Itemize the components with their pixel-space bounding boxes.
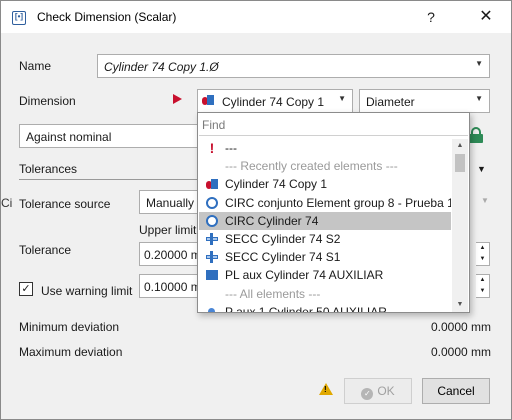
window-title: Check Dimension (Scalar) bbox=[37, 10, 177, 24]
minimum-deviation-value: 0.0000 mm bbox=[431, 320, 492, 334]
list-item[interactable]: Cylinder 74 Copy 1 bbox=[199, 175, 451, 193]
warning-limit-value: 0.10000 m bbox=[144, 280, 201, 294]
maximum-deviation-value: 0.0000 mm bbox=[431, 345, 492, 359]
name-label: Name bbox=[19, 59, 52, 73]
against-value: Against nominal bbox=[26, 130, 112, 144]
warning-icon-mark: ! bbox=[324, 385, 327, 394]
minimum-deviation-label: Minimum deviation bbox=[19, 320, 120, 334]
tolerance-source-label: Tolerance source bbox=[19, 197, 111, 211]
circle-icon bbox=[206, 196, 218, 209]
close-button[interactable]: ✕ bbox=[463, 1, 509, 33]
tolerance-label: Tolerance bbox=[19, 243, 72, 257]
element-dropdown-popup: ! --- --- Recently created elements --- Cyl… bbox=[197, 112, 470, 313]
section-icon bbox=[206, 232, 218, 245]
scrollbar[interactable]: ▲ ▼ bbox=[452, 139, 468, 312]
tolerance-source-value: Manually bbox=[146, 196, 195, 210]
app-icon: [•] bbox=[12, 11, 26, 25]
list-group-header: --- Recently created elements --- bbox=[199, 157, 451, 175]
cancel-button[interactable]: Cancel bbox=[422, 378, 490, 404]
find-field[interactable] bbox=[199, 114, 468, 136]
ok-button[interactable]: ✓ OK bbox=[344, 378, 412, 404]
list-item-label: --- bbox=[225, 141, 237, 155]
dimension-type-select[interactable]: Diameter ▼ bbox=[359, 89, 490, 113]
chevron-down-icon[interactable]: ▼ bbox=[475, 94, 483, 103]
section-icon bbox=[206, 251, 218, 264]
name-field[interactable]: Cylinder 74 Copy 1.Ø ▼ bbox=[97, 54, 490, 78]
element-list[interactable]: ! --- --- Recently created elements --- Cyl… bbox=[199, 139, 451, 312]
list-group-header: --- All elements --- bbox=[199, 285, 451, 303]
list-item[interactable]: SECC Cylinder 74 S1 bbox=[199, 248, 451, 266]
exclamation-icon: ! bbox=[209, 140, 215, 156]
plane-icon bbox=[206, 270, 218, 281]
help-button[interactable]: ? bbox=[413, 1, 449, 33]
check-icon: ✓ bbox=[361, 388, 374, 400]
point-icon bbox=[208, 307, 215, 312]
cylinder-icon bbox=[206, 178, 218, 190]
left-edge-fragment: Ci bbox=[1, 196, 13, 210]
dimension-label: Dimension bbox=[19, 94, 76, 108]
find-input[interactable] bbox=[199, 114, 468, 135]
tolerance-value: 0.20000 m bbox=[144, 248, 201, 262]
maximum-deviation-label: Maximum deviation bbox=[19, 345, 123, 359]
use-warning-limit-label: Use warning limit bbox=[41, 284, 133, 298]
list-item-label: CIRC conjunto Element group 8 - Prueba 1 bbox=[225, 195, 451, 210]
list-item-label: Cylinder 74 Copy 1 bbox=[225, 177, 328, 192]
chevron-down-icon[interactable]: ▼ bbox=[481, 196, 489, 205]
play-icon[interactable] bbox=[173, 94, 182, 104]
section-divider bbox=[19, 179, 199, 180]
list-item-label: --- All elements --- bbox=[225, 286, 321, 301]
list-item-label: CIRC Cylinder 74 bbox=[225, 213, 319, 228]
dimension-type-value: Diameter bbox=[366, 95, 415, 109]
cylinder-icon bbox=[202, 94, 216, 106]
list-item-label: P aux 1 Cylinder 50 AUXILIAR bbox=[225, 304, 387, 312]
chevron-down-icon[interactable]: ▼ bbox=[338, 94, 346, 103]
title-bar[interactable]: [•] Check Dimension (Scalar) ? ✕ bbox=[1, 1, 511, 33]
scroll-thumb[interactable] bbox=[455, 154, 465, 172]
name-value: Cylinder 74 Copy 1.Ø bbox=[104, 60, 219, 74]
list-item[interactable]: P aux 1 Cylinder 50 AUXILIAR bbox=[199, 303, 451, 312]
scroll-up-icon[interactable]: ▲ bbox=[452, 139, 468, 153]
list-item-label: PL aux Cylinder 74 AUXILIAR bbox=[225, 268, 384, 283]
collapse-icon[interactable]: ▼ bbox=[477, 164, 486, 174]
upper-limit-label: Upper limit bbox=[139, 223, 197, 237]
warning-limit-stepper[interactable]: ▲ ▼ bbox=[476, 274, 490, 298]
dialog-window: [•] Check Dimension (Scalar) ? ✕ Name Cy… bbox=[0, 0, 512, 420]
ok-label: OK bbox=[377, 384, 395, 398]
list-item[interactable]: CIRC Cylinder 74 bbox=[199, 211, 451, 230]
list-item-label: SECC Cylinder 74 S1 bbox=[225, 250, 341, 265]
list-item[interactable]: SECC Cylinder 74 S2 bbox=[199, 230, 451, 248]
against-select[interactable]: Against nominal bbox=[19, 124, 219, 148]
list-item[interactable]: CIRC conjunto Element group 8 - Prueba 1 bbox=[199, 194, 451, 212]
dimension-element-value: Cylinder 74 Copy 1 bbox=[222, 95, 325, 109]
use-warning-limit-checkbox[interactable]: ✓ bbox=[19, 282, 33, 296]
list-item[interactable]: PL aux Cylinder 74 AUXILIAR bbox=[199, 266, 451, 284]
list-item-label: SECC Cylinder 74 S2 bbox=[225, 231, 341, 246]
list-item[interactable]: ! --- bbox=[199, 139, 451, 157]
list-item-label: --- Recently created elements --- bbox=[225, 159, 398, 174]
scroll-down-icon[interactable]: ▼ bbox=[452, 298, 468, 312]
tolerances-section-title: Tolerances bbox=[19, 162, 78, 176]
lock-icon[interactable] bbox=[469, 127, 483, 143]
circle-icon bbox=[206, 214, 218, 227]
tolerance-stepper[interactable]: ▲ ▼ bbox=[476, 242, 490, 266]
dimension-element-select[interactable]: Cylinder 74 Copy 1 ▼ bbox=[197, 89, 353, 113]
chevron-down-icon[interactable]: ▼ bbox=[475, 59, 483, 68]
